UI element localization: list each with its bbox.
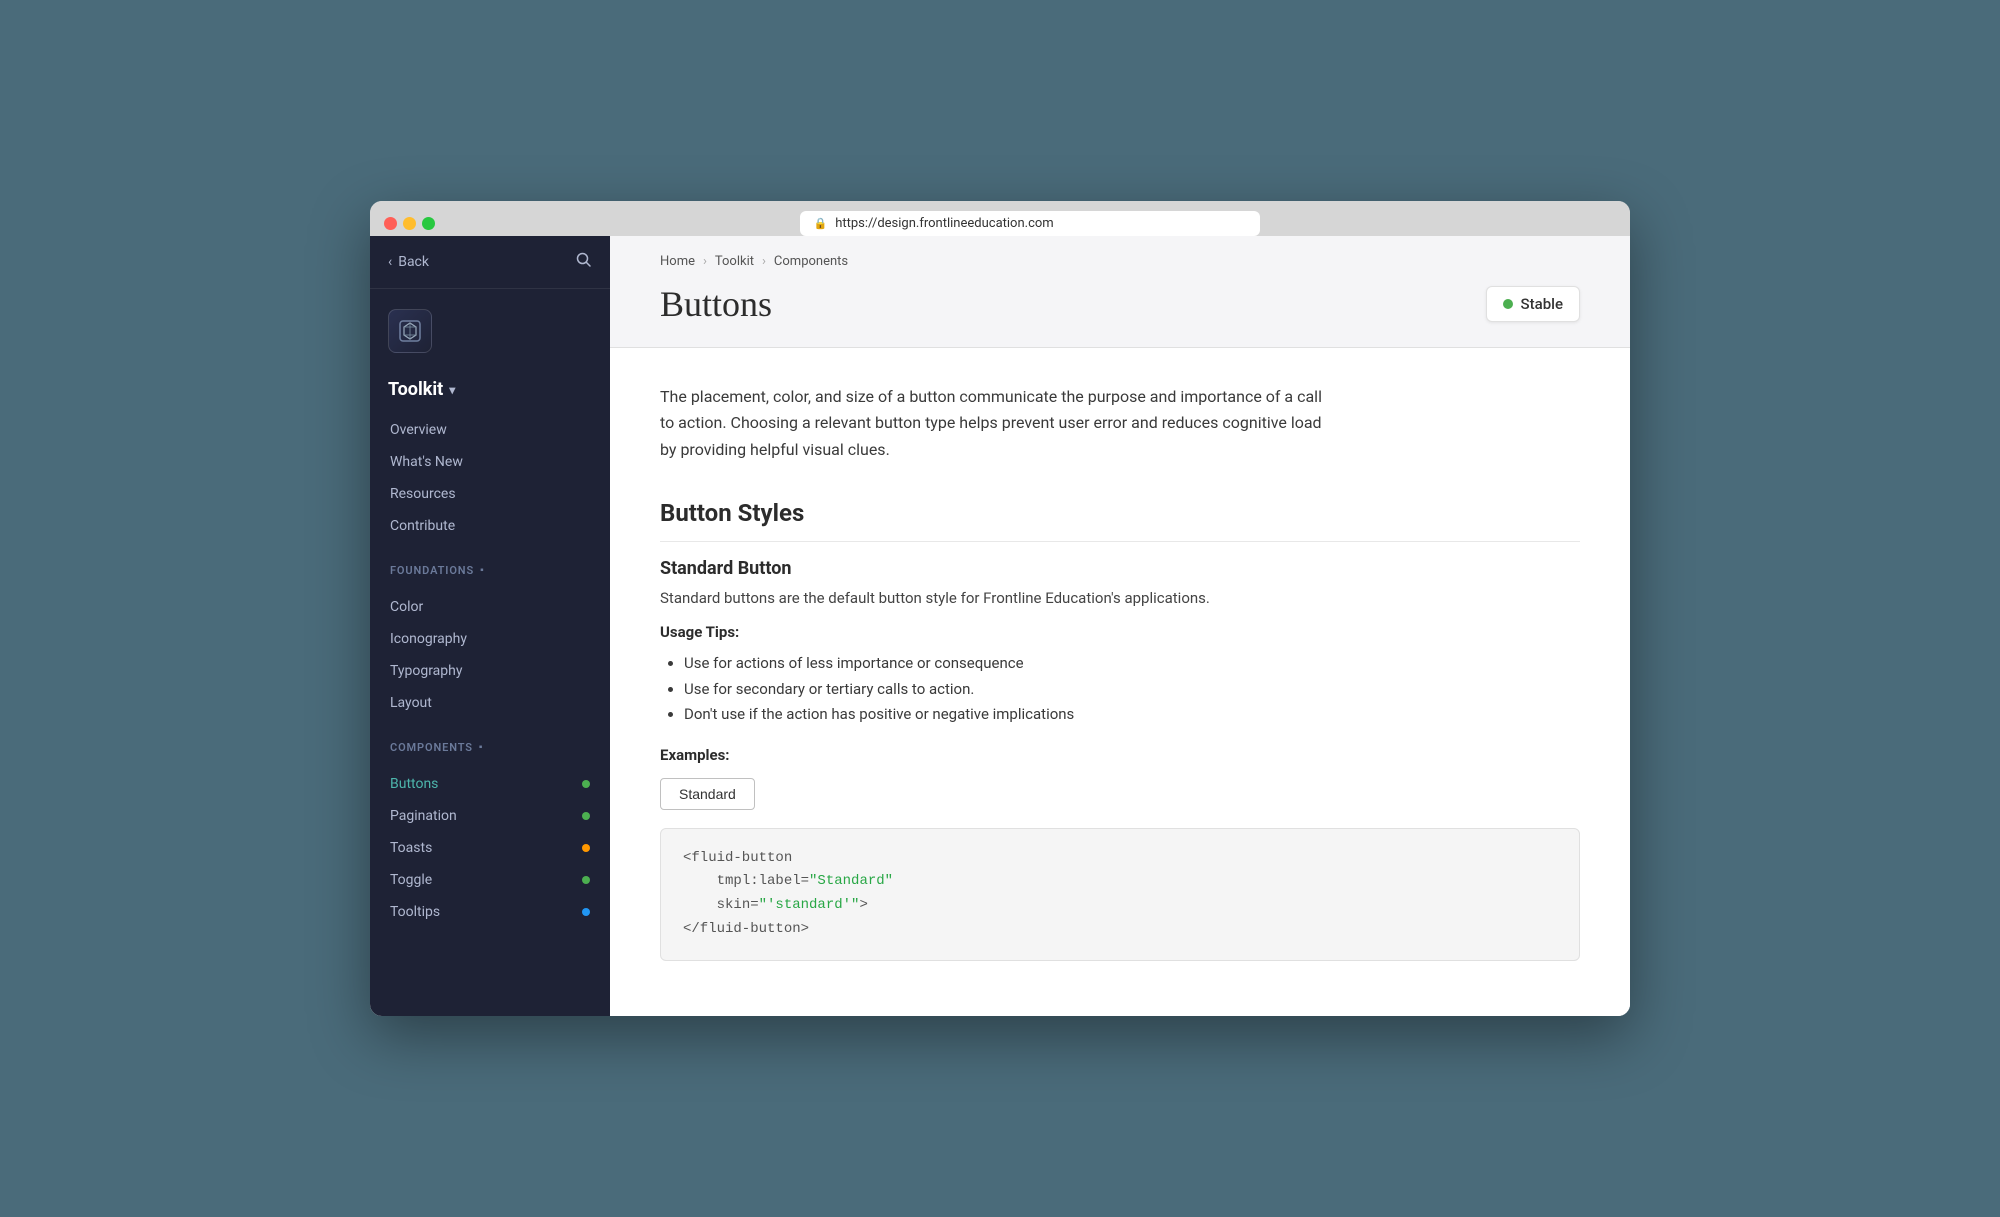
tip-2: Use for secondary or tertiary calls to a… (684, 677, 1580, 703)
stable-dot (1503, 299, 1513, 309)
foundations-collapse-icon[interactable]: ▪ (480, 565, 484, 576)
browser-window: 🔒 https://design.frontlineeducation.com … (370, 201, 1630, 1016)
components-collapse-icon[interactable]: ▪ (479, 742, 483, 753)
sidebar-item-toggle[interactable]: Toggle (370, 864, 610, 896)
sidebar-item-label: Typography (390, 663, 462, 679)
browser-chrome: 🔒 https://design.frontlineeducation.com (370, 201, 1630, 236)
sidebar-top-nav: Overview What's New Resources Contribute (370, 406, 610, 550)
components-label: COMPONENTS (390, 741, 473, 754)
page-header: Home › Toolkit › Components Buttons Stab… (610, 236, 1630, 348)
sidebar-item-iconography[interactable]: Iconography (370, 623, 610, 655)
back-chevron-icon: ‹ (388, 254, 392, 270)
toolkit-chevron-icon: ▾ (449, 383, 455, 397)
stable-badge: Stable (1486, 286, 1580, 322)
breadcrumb-toolkit[interactable]: Toolkit (715, 254, 754, 269)
breadcrumb-components[interactable]: Components (774, 254, 848, 269)
sidebar-foundations-nav: Color Iconography Typography Layout (370, 583, 610, 727)
sidebar-item-label: Resources (390, 486, 456, 502)
sidebar-item-label: Toasts (390, 840, 432, 856)
page-title-row: Buttons Stable (660, 283, 1580, 325)
logo-icon (388, 309, 432, 353)
tip-1: Use for actions of less importance or co… (684, 651, 1580, 677)
sidebar-item-label: Toggle (390, 872, 432, 888)
breadcrumb-home[interactable]: Home (660, 254, 695, 269)
foundations-section-label: FOUNDATIONS ▪ (370, 550, 610, 583)
buttons-status-dot (582, 780, 590, 788)
foundations-label: FOUNDATIONS (390, 564, 474, 577)
sidebar-item-contribute[interactable]: Contribute (370, 510, 610, 542)
traffic-light-minimize[interactable] (403, 217, 416, 230)
url-text: https://design.frontlineeducation.com (835, 216, 1054, 231)
sidebar-item-whats-new[interactable]: What's New (370, 446, 610, 478)
stable-label: Stable (1521, 295, 1563, 313)
sidebar-item-pagination[interactable]: Pagination (370, 800, 610, 832)
sidebar-item-buttons[interactable]: Buttons (370, 768, 610, 800)
traffic-light-maximize[interactable] (422, 217, 435, 230)
sidebar-item-color[interactable]: Color (370, 591, 610, 623)
sidebar-item-layout[interactable]: Layout (370, 687, 610, 719)
code-block: <fluid-button tmpl:label="Standard" skin… (660, 828, 1580, 961)
page-title: Buttons (660, 283, 772, 325)
main-content: Home › Toolkit › Components Buttons Stab… (610, 236, 1630, 1016)
toasts-status-dot (582, 844, 590, 852)
address-bar[interactable]: 🔒 https://design.frontlineeducation.com (800, 211, 1260, 236)
lock-icon: 🔒 (814, 217, 828, 230)
sidebar-item-label: Pagination (390, 808, 457, 824)
toolkit-heading[interactable]: Toolkit ▾ (370, 363, 610, 406)
sidebar-item-label: Iconography (390, 631, 467, 647)
sidebar-item-overview[interactable]: Overview (370, 414, 610, 446)
sidebar-item-label: Tooltips (390, 904, 440, 920)
breadcrumb-sep-1: › (703, 254, 707, 269)
sidebar-item-label: Contribute (390, 518, 455, 534)
example-standard-button[interactable]: Standard (660, 778, 755, 810)
browser-content: ‹ Back (370, 236, 1630, 1016)
address-bar-wrapper: 🔒 https://design.frontlineeducation.com (443, 211, 1616, 236)
breadcrumb-sep-2: › (762, 254, 766, 269)
breadcrumb: Home › Toolkit › Components (660, 254, 1580, 269)
sidebar-components-nav: Buttons Pagination Toasts Toggle Tooltip… (370, 760, 610, 936)
sidebar-item-label: Overview (390, 422, 447, 438)
intro-text: The placement, color, and size of a butt… (660, 384, 1340, 463)
page-body: The placement, color, and size of a butt… (610, 348, 1630, 997)
logo-area (370, 289, 610, 363)
traffic-light-close[interactable] (384, 217, 397, 230)
examples-label: Examples: (660, 746, 1580, 764)
components-section-label: COMPONENTS ▪ (370, 727, 610, 760)
sidebar-item-typography[interactable]: Typography (370, 655, 610, 687)
search-button[interactable] (576, 252, 592, 272)
toggle-status-dot (582, 876, 590, 884)
sidebar-item-label: Buttons (390, 776, 438, 792)
pagination-status-dot (582, 812, 590, 820)
sidebar-item-label: Layout (390, 695, 432, 711)
tip-3: Don't use if the action has positive or … (684, 702, 1580, 728)
toolkit-label: Toolkit (388, 379, 443, 400)
subsection-title: Standard Button (660, 558, 1580, 579)
browser-controls: 🔒 https://design.frontlineeducation.com (384, 211, 1616, 236)
tooltips-status-dot (582, 908, 590, 916)
tips-list: Use for actions of less importance or co… (660, 651, 1580, 728)
sidebar-top: ‹ Back (370, 236, 610, 289)
sidebar-item-tooltips[interactable]: Tooltips (370, 896, 610, 928)
sidebar-item-toasts[interactable]: Toasts (370, 832, 610, 864)
sidebar: ‹ Back (370, 236, 610, 1016)
subsection-desc: Standard buttons are the default button … (660, 589, 1580, 607)
section-title: Button Styles (660, 499, 1580, 542)
sidebar-item-label: Color (390, 599, 423, 615)
back-link[interactable]: ‹ Back (388, 254, 429, 270)
sidebar-item-label: What's New (390, 454, 463, 470)
back-label: Back (398, 254, 429, 270)
usage-tips-label: Usage Tips: (660, 623, 1580, 641)
sidebar-item-resources[interactable]: Resources (370, 478, 610, 510)
traffic-lights (384, 217, 435, 230)
